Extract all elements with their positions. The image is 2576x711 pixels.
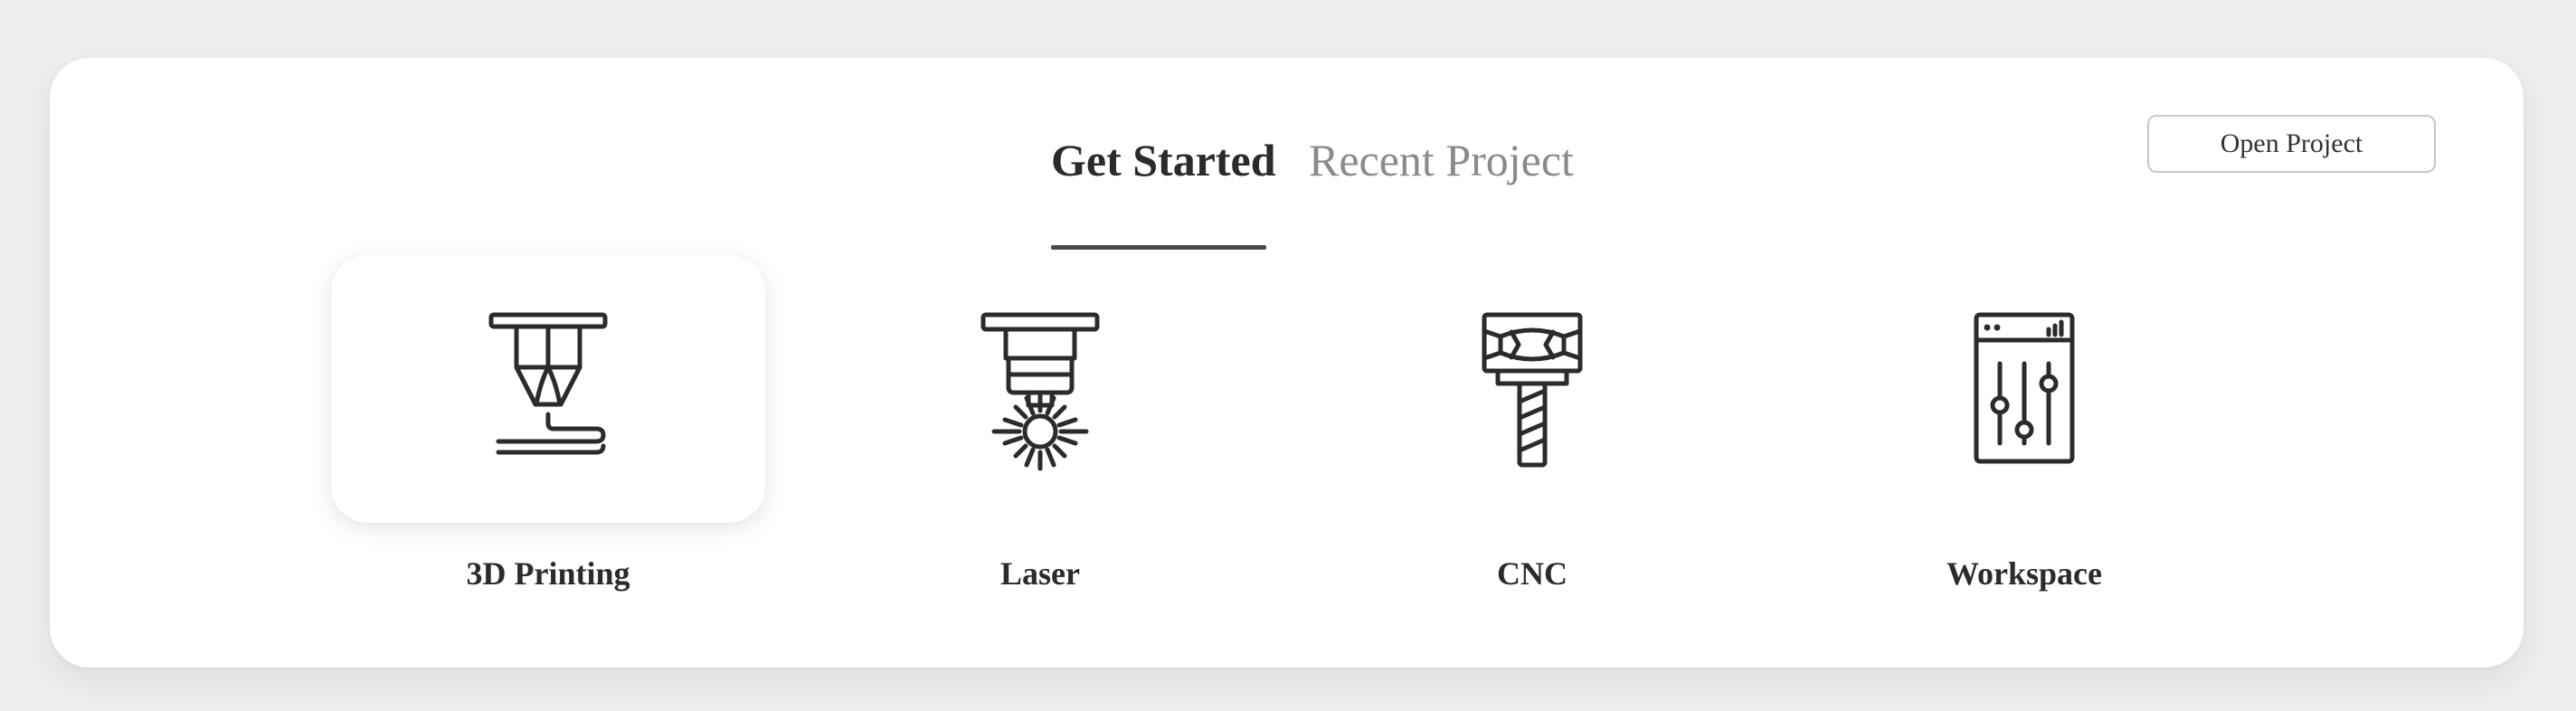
- card-3d-printing[interactable]: [331, 255, 765, 523]
- active-tab-underline: [1051, 245, 1266, 250]
- cnc-spindle-icon: [1482, 312, 1583, 468]
- card-label-workspace[interactable]: Workspace: [1807, 554, 2241, 593]
- card-cnc[interactable]: [1315, 255, 1749, 523]
- workspace-sliders-icon: [1974, 312, 2075, 464]
- open-project-button[interactable]: Open Project: [2147, 115, 2436, 173]
- 3d-printer-nozzle-icon: [488, 312, 608, 455]
- card-label-cnc[interactable]: CNC: [1315, 554, 1749, 593]
- card-label-laser[interactable]: Laser: [823, 554, 1257, 593]
- laser-head-icon: [980, 312, 1100, 471]
- tab-get-started[interactable]: Get Started: [1051, 119, 1276, 201]
- tab-recent-project[interactable]: Recent Project: [1309, 119, 1574, 201]
- card-laser[interactable]: [823, 255, 1257, 523]
- get-started-panel: Get Started Recent Project Open Project …: [50, 58, 2524, 668]
- card-label-3d-printing[interactable]: 3D Printing: [331, 554, 765, 593]
- card-workspace[interactable]: [1807, 255, 2241, 523]
